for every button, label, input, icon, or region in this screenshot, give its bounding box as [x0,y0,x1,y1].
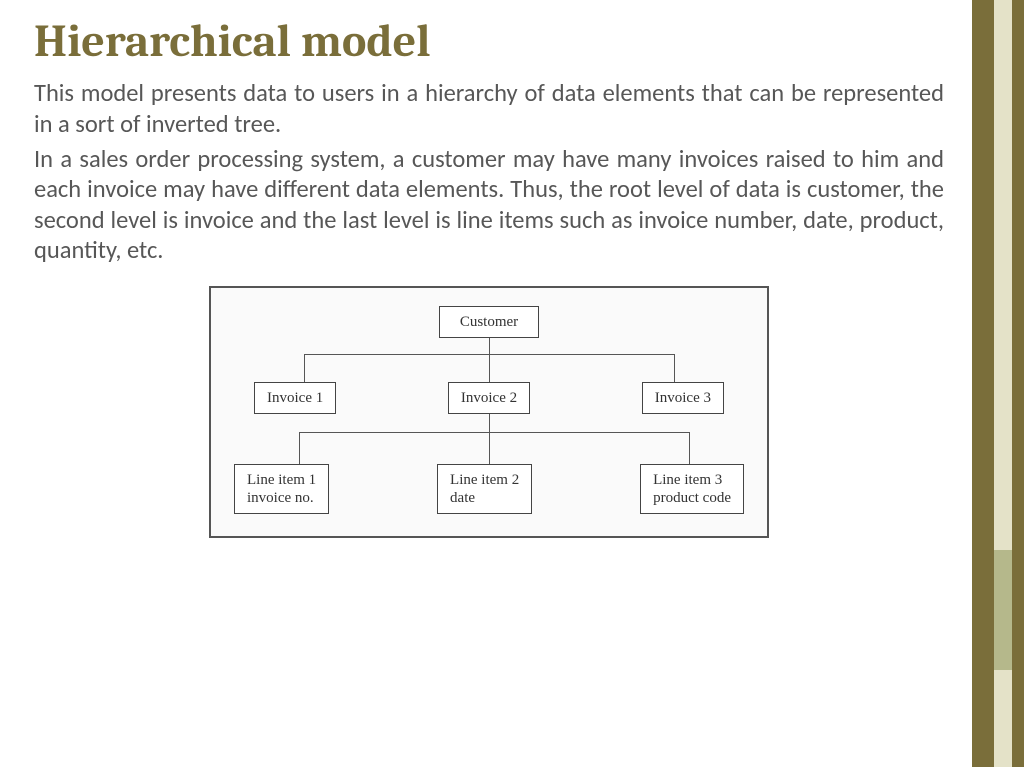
connector-invoice-to-items [259,414,719,464]
connector-root-to-invoices [274,338,704,382]
diagram-row-invoices: Invoice 1 Invoice 2 Invoice 3 [254,382,724,414]
node-lineitem-2: Line item 2 date [437,464,532,514]
content-area: Hierarchical model This model presents d… [34,18,944,538]
node-lineitem-1: Line item 1 invoice no. [234,464,329,514]
node-invoice-2: Invoice 2 [448,382,530,414]
node-invoice-3: Invoice 3 [642,382,724,414]
node-lineitem-3: Line item 3 product code [640,464,744,514]
diagram-container: Customer Invoice 1 Invoice 2 Invoice 3 [209,286,769,538]
sidebar-stripe-accent [994,550,1012,670]
node-customer: Customer [439,306,539,338]
paragraph-2: In a sales order processing system, a cu… [34,144,944,267]
slide-title: Hierarchical model [34,18,944,66]
paragraph-1: This model presents data to users in a h… [34,78,944,139]
diagram-row-lineitems: Line item 1 invoice no. Line item 2 date… [234,464,744,514]
node-invoice-1: Invoice 1 [254,382,336,414]
slide: Hierarchical model This model presents d… [0,0,1024,767]
diagram-frame: Customer Invoice 1 Invoice 2 Invoice 3 [209,286,769,538]
diagram-row-root: Customer [231,306,747,338]
